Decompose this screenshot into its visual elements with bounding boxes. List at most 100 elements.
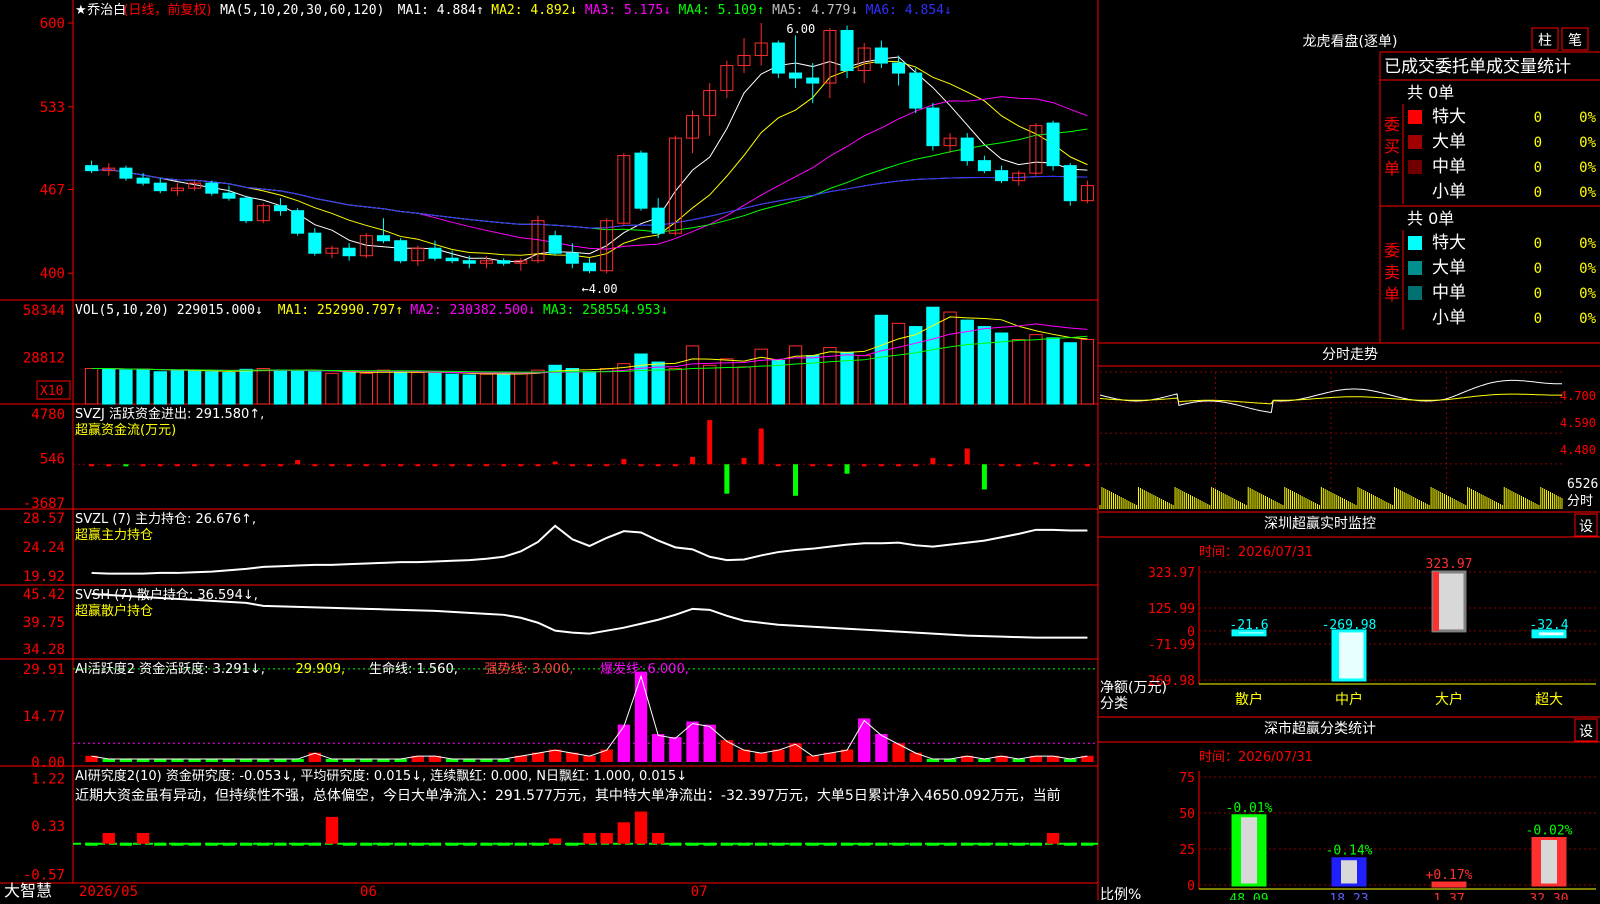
svzj-bar [861,464,867,467]
monitor-x-label: 分类 [1100,696,1128,712]
svzj-bar [432,464,438,467]
ai2-bar [583,833,596,844]
candle-body [806,77,820,84]
order-percent: 0% [1579,261,1596,277]
candle-body [565,252,579,264]
ai2-bar [188,842,201,846]
order-count: 0 [1534,261,1542,277]
volume-bar [136,368,150,405]
ai2-tick-label: 1.22 [31,771,65,787]
order-percent: 0% [1579,236,1596,252]
ai1-bar [617,724,631,762]
candle-body [136,177,150,184]
ai1-header-part: 29.909, [296,662,346,677]
order-percent: 0% [1579,185,1596,201]
svzj-bar [981,464,987,490]
volume-bar [496,372,511,405]
svzj-bar [209,464,215,467]
order-percent: 0% [1579,160,1596,176]
ai2-bar [617,822,631,844]
stock-chart-canvas[interactable]: 600 533 467 400 6.00 ←4.00 ★ 乔治白(日线，前复权) MA(5,1… [0,0,1600,904]
ai2-bar [943,842,957,846]
intraday-volume-unit: 分时 [1567,494,1593,509]
dragon-stats-title: 已成交委托单成交量统计 [1384,57,1571,77]
ma-value-MA4: MA4: 5.109↑ [678,3,764,18]
candle-body [153,182,167,192]
svsh-tick-label: 45.42 [23,587,65,603]
stats-y-label: 比例% [1100,887,1141,900]
stats-bar-edge [1533,838,1541,885]
stats-bar-edge [1257,815,1265,885]
svzj-bar [106,464,112,467]
svzj-bar [827,464,833,467]
volume-bar [668,368,683,405]
ai1-activity-line [91,674,1088,760]
svzj-bar [277,464,283,467]
ai2-bar [342,842,356,846]
ai2-bar [772,842,785,846]
volume-bar [428,372,442,405]
volume-bar [531,369,545,405]
volume-bar [187,370,202,405]
svzj-bar [724,464,730,494]
svzj-bar [913,464,919,467]
volume-bar [411,372,425,405]
monitor-category-label: 超大 [1535,692,1563,708]
volume-bar [771,359,786,405]
stats-tick-label: 25 [1179,843,1195,858]
svzj-bar [518,464,524,467]
candle-header-text: (日线，前复权) [123,2,211,18]
stats-bar-edge [1357,858,1365,885]
stats-bottom-value: 1.37 [1433,892,1464,900]
volume-bar [273,369,288,405]
svzj-bar [964,448,970,465]
date-label: 06 [360,884,377,900]
candle-body [273,205,287,212]
svzj-bar [312,464,318,467]
volume-ma-value: MA3: 258554.953↓ [543,303,668,318]
volume-bar [342,372,356,405]
intraday-volume-label: 6526 [1567,477,1598,492]
svzj-bar [380,464,386,467]
monitor-bar-edge [1333,630,1339,680]
candle-body [960,137,974,162]
ai2-bar [686,842,699,846]
volume-bar [256,368,270,405]
svzj-bar [1050,464,1056,467]
stats-bar-edge [1457,883,1465,885]
ai2-bar [1064,842,1077,846]
intraday-tick-label: 4.590 [1560,416,1596,430]
svzl-tick-label: 24.24 [23,540,65,556]
ai2-bar [239,842,253,846]
candle-body [85,165,99,172]
ai2-bar [171,842,184,846]
volume-bar [119,369,133,405]
volume-bar [977,326,992,405]
ma-value-MA2: MA2: 4.892↓ [491,3,577,18]
ai2-commentary-text: 近期大资金虽有异动，但持续性不强，总体偏空，今日大单净流入：291.577万元，… [75,787,1061,804]
svzl-line [91,524,1088,575]
price-tick-label: 400 [40,266,65,282]
candle-header-text: 乔治白 [87,2,126,18]
volume-bar [857,355,871,405]
stats-bar-edge [1433,883,1441,885]
stats-value-label: +0.17% [1426,868,1473,883]
svzj-bar [192,464,198,467]
stats-tick-label: 75 [1179,771,1195,786]
volume-bar [634,353,648,405]
order-size-label: 中单 [1432,157,1466,177]
order-size-swatch [1408,135,1422,149]
monitor-value-label: 323.97 [1426,557,1473,572]
volume-bar [290,370,305,405]
ai2-bar [566,842,579,846]
monitor-time: 时间：2026/07/31 [1199,545,1313,560]
volume-bar [891,322,906,405]
svzj-bar [604,464,610,467]
ai2-bar [892,842,905,846]
volume-bar [102,368,116,405]
candle-body [892,62,906,74]
svzj-tick-label: -3687 [23,496,65,512]
intraday-tick-label: 4.480 [1560,443,1596,457]
ai2-bar [858,842,871,846]
volume-bar [926,306,940,405]
